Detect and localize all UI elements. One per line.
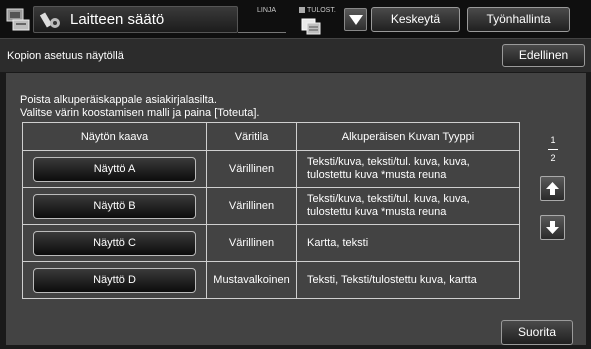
column-header-mode: Näytön kaava [22,122,207,151]
print-job-icon [301,18,321,35]
mode-cell: Näyttö D [22,261,207,299]
color-cell: Värillinen [206,187,297,225]
page-title: Laitteen säätö [70,11,165,28]
main-panel: Poista alkuperäiskappale asiakirjalasilt… [6,73,586,345]
arrow-down-icon [546,221,559,234]
line-status-label: LINJA [257,7,277,14]
table-header-row: Näytön kaava Väritila Alkuperäisen Kuvan… [22,122,520,151]
table-row: Näyttö D Mustavalkoinen Teksti, Teksti/t… [22,261,520,299]
type-line: Teksti/kuva, teksti/tul. kuva, kuva, [307,156,470,168]
mode-d-button[interactable]: Näyttö D [33,267,196,293]
type-line: Teksti/kuva, teksti/tul. kuva, kuva, [307,193,470,205]
page-current: 1 [550,135,556,145]
color-cell: Mustavalkoinen [206,261,297,299]
arrow-up-icon [546,182,559,195]
mode-cell: Näyttö B [22,187,207,225]
mode-c-button[interactable]: Näyttö C [33,230,196,256]
top-bar: Laitteen säätö LINJA TULOST. Keskeytä Ty… [0,0,591,38]
job-status-button[interactable]: Työnhallinta [467,7,570,32]
color-cell: Värillinen [206,150,297,188]
page-indicator: 1 2 [543,135,563,164]
mode-a-button[interactable]: Näyttö A [33,156,196,182]
section-title: Kopion asetuus näytöllä [7,50,124,62]
print-status-text: TULOST. [307,7,336,14]
job-status-dropdown-button[interactable] [344,8,367,31]
type-line: tulostettu kuva *musta reuna [307,169,447,181]
table-row: Näyttö C Värillinen Kartta, teksti [22,224,520,262]
type-line: tulostettu kuva *musta reuna [307,206,447,218]
instruction-line-1: Poista alkuperäiskappale asiakirjalasilt… [20,94,217,106]
type-cell: Teksti/kuva, teksti/tul. kuva, kuva, tul… [296,187,520,225]
mode-cell: Näyttö A [22,150,207,188]
mode-cell: Näyttö C [22,224,207,262]
execute-button[interactable]: Suorita [501,320,573,345]
back-button[interactable]: Edellinen [502,44,585,67]
print-status-label: TULOST. [299,7,336,14]
settings-wrench-icon [40,12,60,28]
column-header-color: Väritila [206,122,297,151]
instruction-line-2: Valitse värin koostamisen malli ja paina… [20,107,260,119]
copier-settings-icon [6,8,30,31]
interrupt-button[interactable]: Keskeytä [371,7,460,32]
type-cell: Teksti, Teksti/tulostettu kuva, kartta [296,261,520,299]
type-cell: Kartta, teksti [296,224,520,262]
page-total: 2 [550,153,556,163]
column-header-type: Alkuperäisen Kuvan Tyyppi [296,122,520,151]
mode-table: Näytön kaava Väritila Alkuperäisen Kuvan… [22,122,520,299]
table-row: Näyttö A Värillinen Teksti/kuva, teksti/… [22,150,520,188]
type-line: Kartta, teksti [307,236,369,249]
instructions: Poista alkuperäiskappale asiakirjalasilt… [20,94,259,120]
scroll-up-button[interactable] [540,176,565,201]
scroll-down-button[interactable] [540,215,565,240]
table-row: Näyttö B Värillinen Teksti/kuva, teksti/… [22,187,520,225]
triangle-down-icon [349,15,363,25]
title-box: Laitteen säätö [33,6,238,33]
sub-header: Kopion asetuus näytöllä Edellinen [0,38,591,72]
page-divider [548,149,558,150]
type-cell: Teksti/kuva, teksti/tul. kuva, kuva, tul… [296,150,520,188]
color-cell: Värillinen [206,224,297,262]
divider [238,32,286,33]
type-line: Teksti, Teksti/tulostettu kuva, kartta [307,273,477,286]
mode-b-button[interactable]: Näyttö B [33,193,196,219]
